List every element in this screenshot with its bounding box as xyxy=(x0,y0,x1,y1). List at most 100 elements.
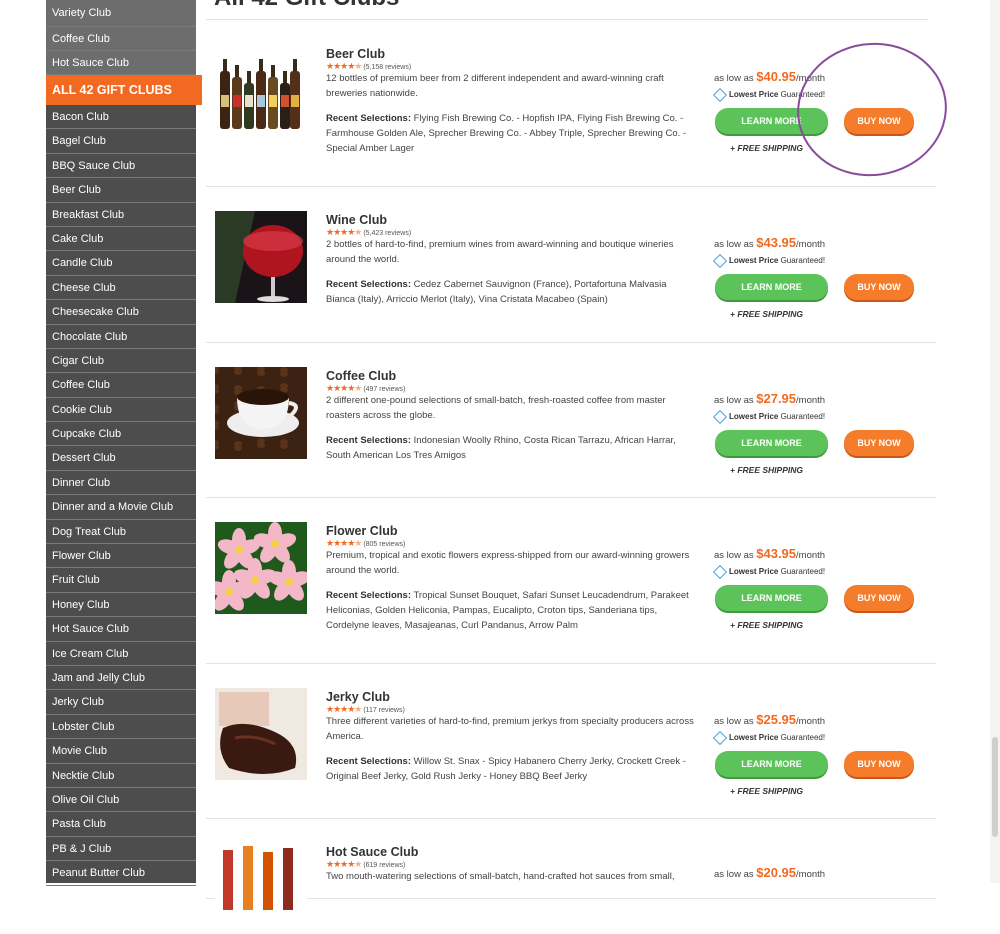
sidebar-item[interactable]: Flower Club xyxy=(46,544,196,569)
review-count: (117 reviews) xyxy=(363,707,405,714)
sidebar-item[interactable]: Peanut Butter Club xyxy=(46,861,196,886)
lowest-price-guarantee: Lowest Price Guaranteed! xyxy=(712,253,825,269)
recent-selections: Recent Selections: Cedez Cabernet Sauvig… xyxy=(326,277,696,307)
product-image[interactable] xyxy=(215,522,307,614)
price-prefix: as low as xyxy=(714,73,757,84)
price-per-month: /month xyxy=(796,395,826,406)
product-name[interactable]: Flower Club xyxy=(326,524,398,538)
product-row: Hot Sauce Club ★★★★★ (619 reviews) Two mou… xyxy=(206,818,936,934)
product-description: Premium, tropical and exotic flowers exp… xyxy=(326,550,690,576)
sidebar-item[interactable]: Cupcake Club xyxy=(46,422,196,447)
price-prefix: as low as xyxy=(714,716,757,727)
learn-more-button[interactable]: LEARN MORE xyxy=(715,430,828,456)
sidebar-item[interactable]: Dinner Club xyxy=(46,471,196,496)
guaranteed-label: Guaranteed! xyxy=(778,567,826,577)
price-per-month: /month xyxy=(796,239,826,250)
product-name[interactable]: Hot Sauce Club xyxy=(326,845,418,859)
review-count: (619 reviews) xyxy=(363,862,406,869)
price-amount: $20.95 xyxy=(756,865,797,880)
scrollbar[interactable] xyxy=(990,0,1000,883)
sidebar-item[interactable]: Cheesecake Club xyxy=(46,300,196,325)
price-tag-icon xyxy=(712,87,728,103)
product-name[interactable]: Beer Club xyxy=(326,47,385,61)
sidebar-item[interactable]: Dinner and a Movie Club xyxy=(46,495,196,520)
sidebar-item[interactable]: Candle Club xyxy=(46,251,196,276)
sidebar-item[interactable]: BBQ Sauce Club xyxy=(46,154,196,179)
sidebar-item[interactable]: Jam and Jelly Club xyxy=(46,666,196,691)
price-amount: $25.95 xyxy=(756,712,797,727)
sidebar-item[interactable]: Beer Club xyxy=(46,178,196,203)
sidebar-item[interactable]: Jerky Club xyxy=(46,690,196,715)
product-image[interactable] xyxy=(215,842,307,934)
guaranteed-label: Guaranteed! xyxy=(778,412,826,422)
price-per-month: /month xyxy=(796,869,826,880)
sidebar-item[interactable]: Coffee Club xyxy=(46,373,196,398)
product-row: Jerky Club ★★★★★ (117 reviews) Three diffe… xyxy=(206,663,936,819)
product-image[interactable] xyxy=(215,688,307,780)
sidebar-item[interactable]: Chocolate Club xyxy=(46,325,196,349)
sidebar-item[interactable]: Cookie Club xyxy=(46,398,196,423)
page-title: All 42 Gift Clubs xyxy=(214,0,399,12)
sidebar-item[interactable]: Cake Club xyxy=(46,227,196,252)
sidebar-item[interactable]: Pasta Club xyxy=(46,812,196,837)
buy-now-button[interactable]: BUY NOW xyxy=(844,751,914,777)
rating-stars-icon: ★★★★★ xyxy=(326,227,362,237)
sidebar-item[interactable]: Ice Cream Club xyxy=(46,642,196,666)
free-shipping-label: + FREE SHIPPING xyxy=(730,786,803,796)
sidebar-item-coffee-club-top[interactable]: Coffee Club xyxy=(46,27,196,51)
sidebar-item[interactable]: Bagel Club xyxy=(46,129,196,154)
learn-more-button[interactable]: LEARN MORE xyxy=(715,585,828,611)
sidebar-item[interactable]: Necktie Club xyxy=(46,764,196,788)
sidebar-item[interactable]: Breakfast Club xyxy=(46,203,196,227)
sidebar-item[interactable]: Dessert Club xyxy=(46,446,196,471)
sidebar-item[interactable]: Movie Club xyxy=(46,739,196,764)
recent-selections: Recent Selections: Willow St. Snax - Spi… xyxy=(326,754,696,784)
sidebar-item[interactable]: Honey Club xyxy=(46,593,196,618)
rating-stars-icon: ★★★★★ xyxy=(326,704,362,714)
sidebar-item-variety-club[interactable]: Variety Club xyxy=(46,0,196,27)
product-name[interactable]: Jerky Club xyxy=(326,690,390,704)
sidebar-item[interactable]: Lobster Club xyxy=(46,715,196,740)
sidebar-item[interactable]: Olive Oil Club xyxy=(46,788,196,813)
sidebar-item-hot-sauce-club-top[interactable]: Hot Sauce Club xyxy=(46,51,196,75)
price-prefix: as low as xyxy=(714,239,757,250)
buy-now-button[interactable]: BUY NOW xyxy=(844,585,914,611)
scrollbar-thumb[interactable] xyxy=(992,737,998,837)
lowest-price-guarantee: Lowest Price Guaranteed! xyxy=(712,730,825,746)
sidebar-item[interactable]: PB & J Club xyxy=(46,837,196,862)
sidebar-list: Bacon Club Bagel Club BBQ Sauce Club Beer C… xyxy=(46,105,196,886)
lowest-price-guarantee: Lowest Price Guaranteed! xyxy=(712,409,826,425)
sidebar-item-all-gift-clubs[interactable]: ALL 42 GIFT CLUBS xyxy=(46,75,202,105)
recent-selections-label: Recent Selections: xyxy=(326,756,411,767)
learn-more-button[interactable]: LEARN MORE xyxy=(715,751,828,777)
product-image[interactable] xyxy=(215,51,307,143)
sidebar-item[interactable]: Cheese Club xyxy=(46,276,196,301)
buy-now-button[interactable]: BUY NOW xyxy=(844,274,914,300)
sidebar-item[interactable]: Dog Treat Club xyxy=(46,520,196,545)
price-line: as low as $43.95/month xyxy=(714,546,825,561)
sidebar-item[interactable]: Cigar Club xyxy=(46,349,196,374)
product-name[interactable]: Wine Club xyxy=(326,213,387,227)
rating-stars-icon: ★★★★★ xyxy=(326,859,362,869)
learn-more-button[interactable]: LEARN MORE xyxy=(715,274,828,300)
product-row: Flower Club ★★★★★ (805 reviews) Premium, t… xyxy=(206,497,936,664)
product-image[interactable] xyxy=(215,367,307,459)
buy-now-button[interactable]: BUY NOW xyxy=(844,430,914,456)
review-count: (5,158 reviews) xyxy=(363,64,412,71)
sidebar-item[interactable]: Bacon Club xyxy=(46,105,196,130)
rating-stars-icon: ★★★★★ xyxy=(326,538,362,548)
product-image[interactable] xyxy=(215,211,307,303)
recent-selections: Recent Selections: Indonesian Woolly Rhi… xyxy=(326,433,696,463)
review-count: (5,423 reviews) xyxy=(363,230,412,237)
sidebar-item[interactable]: Hot Sauce Club xyxy=(46,617,196,642)
sidebar-item[interactable]: Fruit Club xyxy=(46,568,196,593)
product-description: 2 bottles of hard-to-find, premium wines… xyxy=(326,239,674,265)
price-amount: $40.95 xyxy=(756,69,797,84)
price-prefix: as low as xyxy=(714,395,757,406)
recent-selections-label: Recent Selections: xyxy=(326,113,411,124)
product-row: Coffee Club ★★★★★ (497 reviews) 2 differen… xyxy=(206,342,936,498)
price-line: as low as $43.95/month xyxy=(714,235,825,250)
rating-stars-icon: ★★★★★ xyxy=(326,61,362,71)
price-line: as low as $25.95/month xyxy=(714,712,825,727)
product-name[interactable]: Coffee Club xyxy=(326,369,396,383)
